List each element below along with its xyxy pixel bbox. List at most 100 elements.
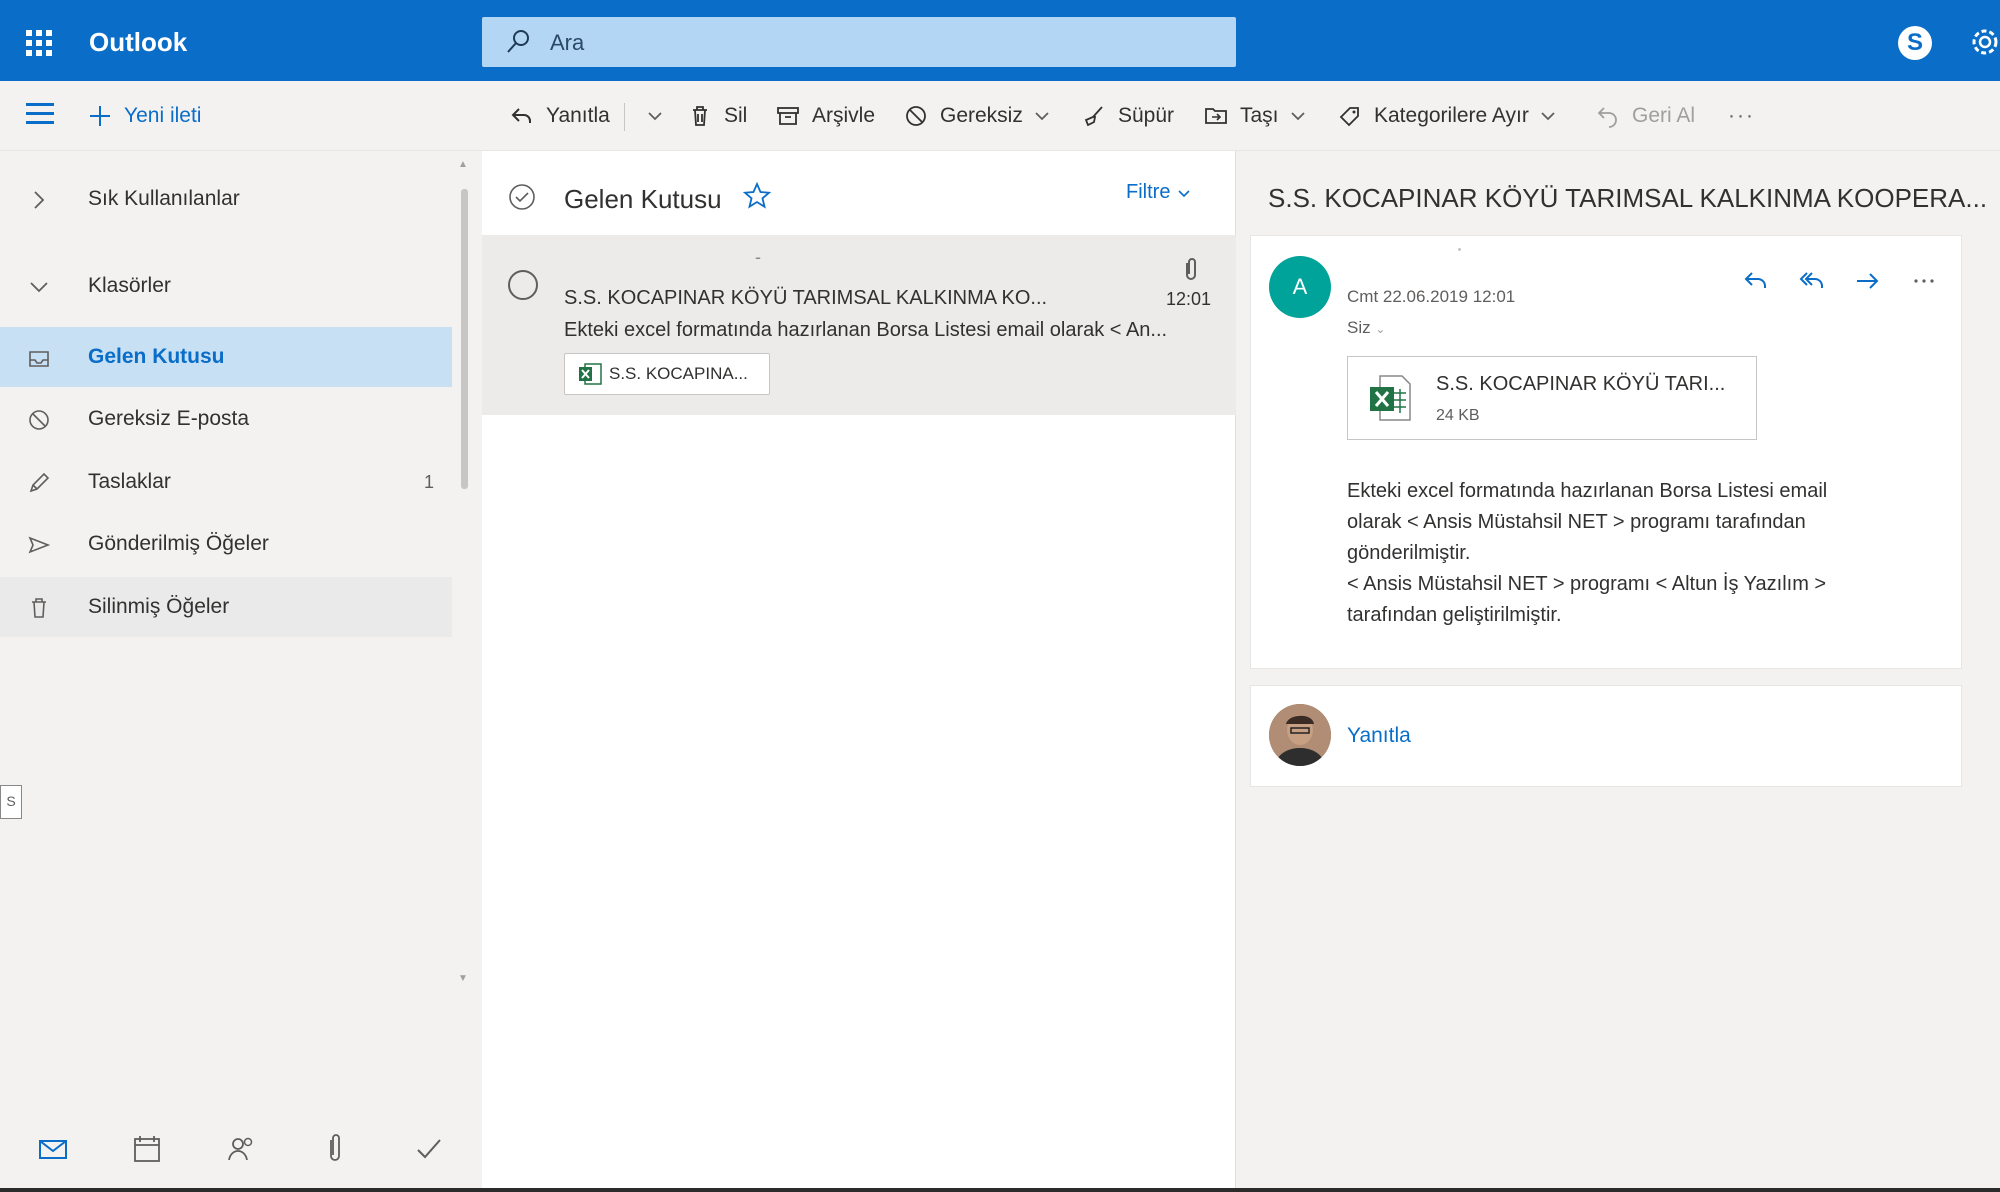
sidebar-item-drafts[interactable]: Taslaklar 1 xyxy=(0,452,452,512)
archive-icon xyxy=(777,107,799,125)
sidebar-item-label: Taslaklar xyxy=(88,470,171,493)
sweep-button[interactable]: Süpür xyxy=(1082,101,1174,131)
chevron-down-icon xyxy=(1541,112,1555,121)
settings-gear-icon[interactable] xyxy=(1968,24,2000,60)
mail-icon[interactable] xyxy=(36,1132,70,1166)
categorize-label: Kategorilere Ayır xyxy=(1374,104,1529,127)
archive-button[interactable]: Arşivle xyxy=(776,101,875,131)
message-list-item[interactable]: - S.S. KOCAPINAR KÖYÜ TARIMSAL KALKINMA … xyxy=(482,235,1236,415)
undo-button[interactable]: Geri Al xyxy=(1596,101,1695,131)
sidebar-item-inbox[interactable]: Gelen Kutusu xyxy=(0,327,452,387)
scroll-up-arrow-icon[interactable]: ▲ xyxy=(458,159,470,170)
message-select-checkbox[interactable] xyxy=(508,270,538,300)
sidebar-item-label: Gereksiz E-posta xyxy=(88,407,250,430)
blocked-icon xyxy=(906,106,926,126)
chevron-down-icon xyxy=(1035,112,1049,121)
new-message-button[interactable]: Yeni ileti xyxy=(88,101,201,131)
sidebar-item-label: Silinmiş Öğeler xyxy=(88,595,230,618)
recipient-line[interactable]: Siz ⌄ xyxy=(1347,318,1385,338)
folder-pane: Sık Kullanılanlar Klasörler Gelen Kutusu… xyxy=(0,151,482,1192)
move-button[interactable]: Taşı xyxy=(1204,101,1307,131)
folders-section[interactable]: Klasörler xyxy=(0,256,452,316)
paperclip-icon xyxy=(1186,258,1196,280)
undo-icon xyxy=(1597,107,1617,128)
reading-pane: S.S. KOCAPINAR KÖYÜ TARIMSAL KALKINMA KO… xyxy=(1236,151,2000,1192)
reply-icon[interactable] xyxy=(1741,266,1771,296)
plus-icon xyxy=(90,106,110,126)
skype-icon[interactable]: S xyxy=(1898,26,1932,60)
reply-label: Yanıtla xyxy=(546,104,610,127)
app-switcher-bar xyxy=(0,1110,482,1192)
attachment-card[interactable]: S.S. KOCAPINAR KÖYÜ TARI... 24 KB xyxy=(1347,356,1757,440)
message-preview: Ekteki excel formatında hazırlanan Borsa… xyxy=(564,319,1168,341)
body-line: < Ansis Müstahsil NET > programı < Altun… xyxy=(1347,573,1827,595)
favorites-section[interactable]: Sık Kullanılanlar xyxy=(0,169,452,229)
message-body: Ekteki excel formatında hazırlanan Borsa… xyxy=(1347,476,1927,631)
drafts-count-badge: 1 xyxy=(424,471,435,492)
calendar-icon[interactable] xyxy=(130,1132,164,1166)
side-tab[interactable]: S xyxy=(0,785,22,819)
sender-avatar[interactable]: A xyxy=(1269,256,1331,318)
sidebar-item-junk[interactable]: Gereksiz E-posta xyxy=(0,389,452,449)
pencil-icon xyxy=(29,472,50,493)
more-actions-button[interactable]: ··· xyxy=(1728,101,1755,131)
search-input[interactable]: Ara xyxy=(550,30,584,56)
more-options-icon[interactable] xyxy=(1909,266,1939,296)
command-bar: Yeni ileti Yanıtla Sil Arşivle Gereksiz … xyxy=(0,81,2000,151)
folder-pane-scrollbar[interactable] xyxy=(461,189,468,489)
trash-icon xyxy=(32,598,46,618)
reply-link[interactable]: Yanıtla xyxy=(1347,724,1411,748)
taskbar-edge xyxy=(0,1188,2000,1192)
app-title[interactable]: Outlook xyxy=(89,27,187,58)
chevron-down-icon xyxy=(1290,112,1305,121)
body-line: tarafından geliştirilmiştir. xyxy=(1347,604,1562,626)
message-card: A Cmt 22.06.2019 12:01 Siz ⌄ S.S. KOCAPI… xyxy=(1250,235,1962,669)
search-icon xyxy=(507,30,529,53)
todo-icon[interactable] xyxy=(412,1132,446,1166)
sweep-label: Süpür xyxy=(1118,104,1175,127)
chevron-right-icon xyxy=(34,191,45,209)
favorites-label: Sık Kullanılanlar xyxy=(88,187,240,210)
attachment-chip[interactable]: S.S. KOCAPINA... xyxy=(564,353,770,395)
recipient-label: Siz xyxy=(1347,318,1371,337)
sweep-broom-icon xyxy=(1084,106,1103,127)
delete-button[interactable]: Sil xyxy=(688,101,747,131)
delete-label: Sil xyxy=(724,104,748,127)
scroll-down-arrow-icon[interactable]: ▼ xyxy=(458,973,470,984)
move-label: Taşı xyxy=(1240,104,1279,127)
categorize-button[interactable]: Kategorilere Ayır xyxy=(1338,101,1557,131)
search-box[interactable]: Ara xyxy=(482,17,1236,67)
reply-icon xyxy=(511,108,531,123)
body-line: olarak < Ansis Müstahsil NET > programı … xyxy=(1347,511,1806,533)
top-bar: Outlook Ara S xyxy=(0,0,2000,81)
body-line: gönderilmiştir. xyxy=(1347,542,1471,564)
people-icon[interactable] xyxy=(224,1132,258,1166)
reply-all-icon[interactable] xyxy=(1797,266,1827,296)
message-list: Gelen Kutusu Filtre - S.S. KOCAPINAR KÖY… xyxy=(482,151,1236,1192)
reply-button[interactable]: Yanıtla xyxy=(510,101,610,131)
sidebar-item-deleted[interactable]: Silinmiş Öğeler xyxy=(0,577,452,637)
user-avatar[interactable] xyxy=(1269,704,1331,766)
message-time: 12:01 xyxy=(1166,289,1212,309)
attachment-chip-label: S.S. KOCAPINA... xyxy=(609,364,748,383)
sidebar-item-sent[interactable]: Gönderilmiş Öğeler xyxy=(0,514,452,574)
excel-file-icon xyxy=(579,363,602,385)
message-list-header: Gelen Kutusu Filtre xyxy=(482,151,1236,235)
chevron-down-icon xyxy=(1178,189,1191,197)
files-icon[interactable] xyxy=(318,1132,352,1166)
junk-label: Gereksiz xyxy=(940,104,1023,127)
forward-icon[interactable] xyxy=(1853,266,1883,296)
favorite-star-icon[interactable] xyxy=(742,181,772,211)
filter-button[interactable]: Filtre xyxy=(1126,181,1192,204)
message-subject: S.S. KOCAPINAR KÖYÜ TARIMSAL KALKINMA KO… xyxy=(564,287,1048,309)
hamburger-menu-icon[interactable] xyxy=(26,103,56,129)
junk-button[interactable]: Gereksiz xyxy=(904,101,1051,131)
select-all-checkmark-icon[interactable] xyxy=(508,183,536,211)
body-line: Ekteki excel formatında hazırlanan Borsa… xyxy=(1347,480,1828,502)
reply-options-dropdown[interactable] xyxy=(636,101,664,131)
blocked-icon xyxy=(29,410,49,430)
attachment-name: S.S. KOCAPINAR KÖYÜ TARI... xyxy=(1436,373,1726,395)
message-date: Cmt 22.06.2019 12:01 xyxy=(1347,287,1516,306)
app-launcher-icon[interactable] xyxy=(22,26,54,58)
attachment-size: 24 KB xyxy=(1436,407,1480,424)
